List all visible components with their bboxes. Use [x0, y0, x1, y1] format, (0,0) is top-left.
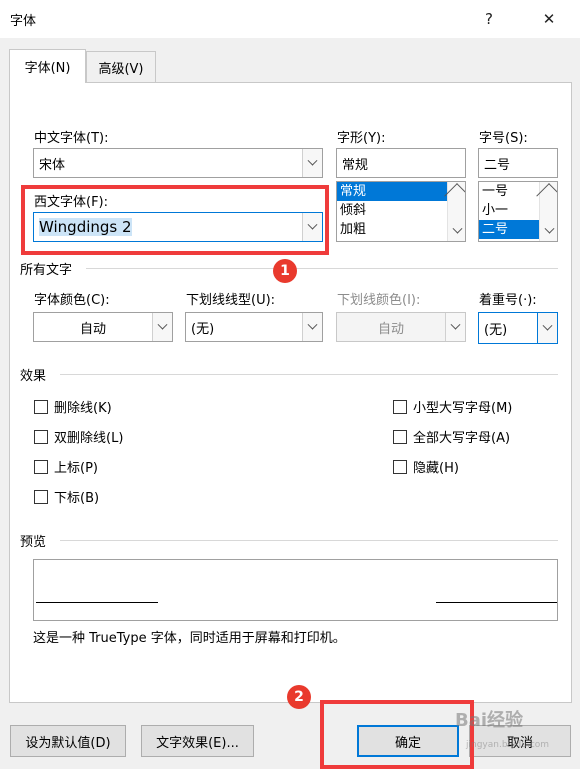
annotation-highlight-western-font: [21, 185, 329, 255]
chevron-up-icon[interactable]: [536, 183, 557, 209]
superscript-checkbox[interactable]: 上标(P): [34, 457, 98, 476]
underline-color-label: 下划线颜色(I):: [337, 293, 421, 308]
tab-advanced[interactable]: 高级(V): [86, 51, 156, 83]
help-button[interactable]: ?: [466, 0, 512, 38]
font-size-option[interactable]: 一号: [479, 182, 539, 201]
small-caps-checkbox[interactable]: 小型大写字母(M): [393, 397, 512, 416]
font-style-input[interactable]: 常规: [336, 148, 466, 178]
chevron-down-icon[interactable]: [537, 313, 557, 343]
watermark-url: jingyan.baidu.com: [466, 740, 550, 750]
chevron-down-icon: [445, 313, 465, 341]
all-caps-checkbox[interactable]: 全部大写字母(A): [393, 427, 510, 446]
chevron-down-icon[interactable]: [152, 313, 172, 341]
section-divider: [86, 268, 558, 269]
underline-style-value: (无): [191, 321, 215, 337]
font-size-list[interactable]: 一号 小一 二号: [478, 181, 558, 242]
annotation-badge-2: 2: [287, 685, 311, 709]
checkbox-label: 隐藏(H): [413, 461, 459, 476]
double-strikethrough-checkbox[interactable]: 双删除线(L): [34, 427, 123, 446]
preview-box: [33, 559, 558, 621]
underline-style-label: 下划线线型(U):: [186, 293, 276, 308]
chinese-font-label: 中文字体(T):: [34, 131, 109, 146]
chinese-font-value: 宋体: [39, 157, 66, 173]
checkbox-label: 双删除线(L): [54, 431, 124, 446]
checkbox-box[interactable]: [34, 399, 48, 414]
font-style-option[interactable]: 加粗: [337, 220, 447, 239]
tab-font[interactable]: 字体(N): [9, 49, 86, 83]
font-style-label: 字形(Y):: [337, 131, 386, 146]
checkbox-box[interactable]: [393, 399, 407, 414]
watermark-brand: Bai经验: [455, 710, 524, 731]
all-text-section-label: 所有文字: [20, 263, 73, 278]
checkbox-label: 全部大写字母(A): [413, 431, 511, 446]
preview-baseline-right: [436, 602, 557, 603]
checkbox-box[interactable]: [393, 429, 407, 444]
chevron-down-icon[interactable]: [302, 313, 322, 341]
strikethrough-checkbox[interactable]: 删除线(K): [34, 397, 112, 416]
underline-style-combo[interactable]: (无): [185, 312, 323, 342]
font-size-option[interactable]: 小一: [479, 201, 539, 220]
emphasis-mark-value: (无): [484, 322, 508, 338]
font-style-option[interactable]: 倾斜: [337, 201, 447, 220]
font-size-label: 字号(S):: [479, 131, 528, 146]
hidden-checkbox[interactable]: 隐藏(H): [393, 457, 459, 476]
annotation-badge-1: 1: [273, 259, 297, 283]
font-style-option[interactable]: 常规: [337, 182, 447, 201]
font-color-value: 自动: [79, 321, 106, 337]
preview-note: 这是一种 TrueType 字体，同时适用于屏幕和打印机。: [33, 631, 346, 646]
effects-section-label: 效果: [20, 369, 47, 384]
font-size-option[interactable]: 二号: [479, 220, 539, 239]
chevron-down-icon[interactable]: [540, 222, 557, 240]
chevron-down-icon[interactable]: [302, 149, 322, 177]
chinese-font-combo[interactable]: 宋体: [33, 148, 323, 178]
emphasis-mark-combo[interactable]: (无): [478, 312, 558, 344]
underline-color-combo: 自动: [336, 312, 466, 342]
section-divider: [60, 374, 558, 375]
checkbox-label: 删除线(K): [54, 401, 112, 416]
chevron-up-icon[interactable]: [444, 183, 465, 209]
font-size-scrollbar[interactable]: [536, 182, 557, 241]
checkbox-box[interactable]: [34, 429, 48, 444]
font-style-scrollbar[interactable]: [444, 182, 465, 241]
emphasis-mark-label: 着重号(·):: [479, 293, 537, 308]
subscript-checkbox[interactable]: 下标(B): [34, 487, 99, 506]
checkbox-label: 小型大写字母(M): [413, 401, 513, 416]
font-size-input[interactable]: 二号: [478, 148, 558, 178]
dialog-title: 字体: [10, 14, 37, 29]
font-style-list[interactable]: 常规 倾斜 加粗: [336, 181, 466, 242]
checkbox-label: 上标(P): [54, 461, 98, 476]
annotation-highlight-ok: [320, 700, 474, 769]
close-button[interactable]: ✕: [526, 0, 572, 38]
set-default-button[interactable]: 设为默认值(D): [10, 725, 126, 757]
section-divider: [60, 540, 558, 541]
font-color-combo[interactable]: 自动: [33, 312, 173, 342]
checkbox-box[interactable]: [34, 459, 48, 474]
close-icon: ✕: [542, 10, 556, 28]
preview-section-label: 预览: [20, 535, 47, 550]
checkbox-box[interactable]: [34, 489, 48, 504]
chevron-down-icon[interactable]: [448, 222, 465, 240]
font-color-label: 字体颜色(C):: [34, 293, 110, 308]
checkbox-label: 下标(B): [54, 491, 100, 506]
checkbox-box[interactable]: [393, 459, 407, 474]
underline-color-value: 自动: [377, 321, 404, 337]
preview-baseline-left: [36, 602, 158, 603]
help-icon: ?: [485, 10, 493, 28]
text-effects-button[interactable]: 文字效果(E)...: [141, 725, 254, 757]
